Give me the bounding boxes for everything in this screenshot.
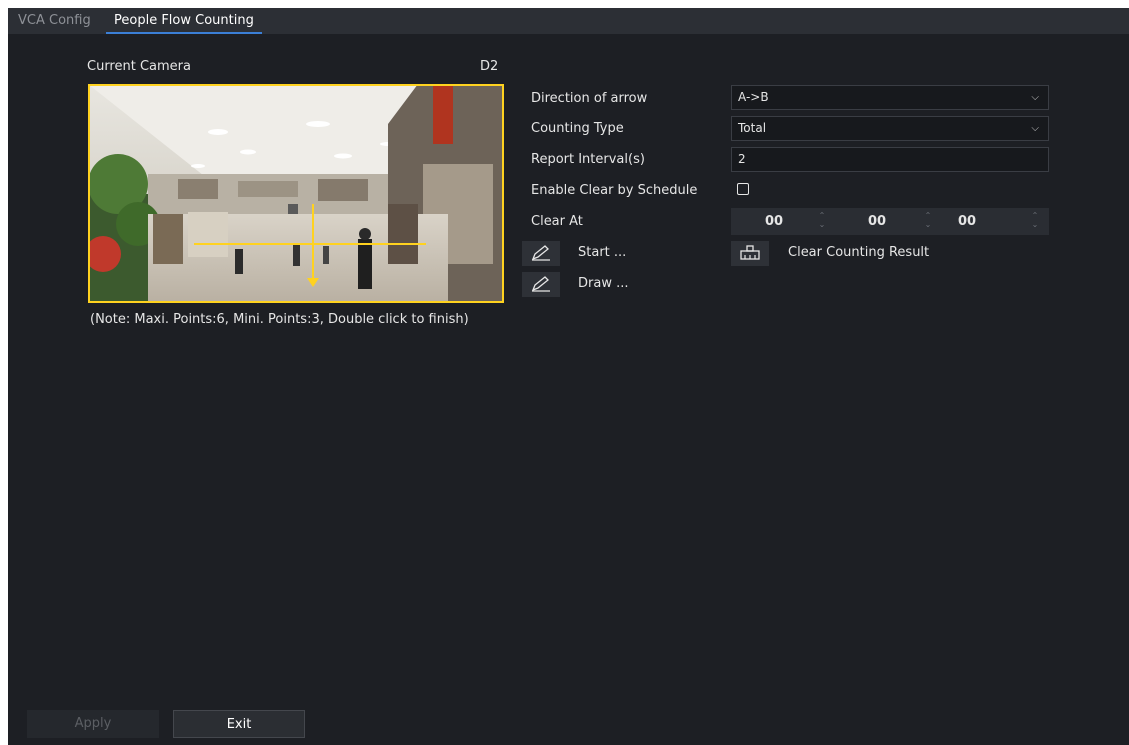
clear-counting-result-button[interactable] — [731, 241, 769, 266]
exit-button[interactable]: Exit — [173, 710, 305, 738]
camera-preview[interactable] — [88, 84, 504, 303]
direction-value: A->B — [738, 90, 769, 104]
direction-label: Direction of arrow — [531, 91, 648, 106]
minute-spinner[interactable]: ⌃ ⌄ — [918, 208, 938, 235]
tab-bar: VCA Config People Flow Counting — [8, 8, 1129, 34]
camera-channel: D2 — [480, 59, 499, 74]
chevron-down-icon: ⌵ — [1031, 92, 1039, 103]
tab-vca-config[interactable]: VCA Config — [18, 8, 91, 34]
draw-button[interactable] — [522, 272, 560, 297]
tab-people-flow-counting[interactable]: People Flow Counting — [106, 8, 262, 34]
second-spinner[interactable]: ⌃ ⌄ — [1025, 208, 1045, 235]
draw-label[interactable]: Draw ... — [578, 276, 628, 291]
enable-clear-checkbox[interactable] — [737, 183, 749, 195]
hour-spinner[interactable]: ⌃ ⌄ — [812, 208, 832, 235]
enable-clear-label: Enable Clear by Schedule — [531, 183, 698, 198]
mall-scene-image — [88, 84, 504, 303]
clear-at-second[interactable]: 00 — [958, 208, 976, 235]
counting-type-select[interactable]: Total ⌵ — [731, 116, 1049, 141]
clear-at-minute[interactable]: 00 — [868, 208, 886, 235]
clear-counting-icon — [740, 245, 760, 260]
direction-select[interactable]: A->B ⌵ — [731, 85, 1049, 110]
report-interval-input[interactable]: 2 — [731, 147, 1049, 172]
current-camera-label: Current Camera — [87, 59, 191, 74]
chevron-down-icon: ⌵ — [1031, 123, 1039, 134]
drawing-note: (Note: Maxi. Points:6, Mini. Points:3, D… — [90, 312, 469, 327]
start-draw-button[interactable] — [522, 241, 560, 266]
report-interval-label: Report Interval(s) — [531, 152, 645, 167]
clear-at-label: Clear At — [531, 214, 583, 229]
pencil-icon — [531, 276, 550, 292]
clear-at-hour[interactable]: 00 — [765, 208, 783, 235]
pencil-icon — [531, 245, 550, 261]
apply-button[interactable]: Apply — [27, 710, 159, 738]
start-label[interactable]: Start ... — [578, 245, 626, 260]
counting-type-label: Counting Type — [531, 121, 624, 136]
counting-type-value: Total — [738, 121, 767, 135]
people-flow-window: VCA Config People Flow Counting Current … — [8, 8, 1129, 745]
clear-counting-result-label[interactable]: Clear Counting Result — [788, 245, 929, 260]
